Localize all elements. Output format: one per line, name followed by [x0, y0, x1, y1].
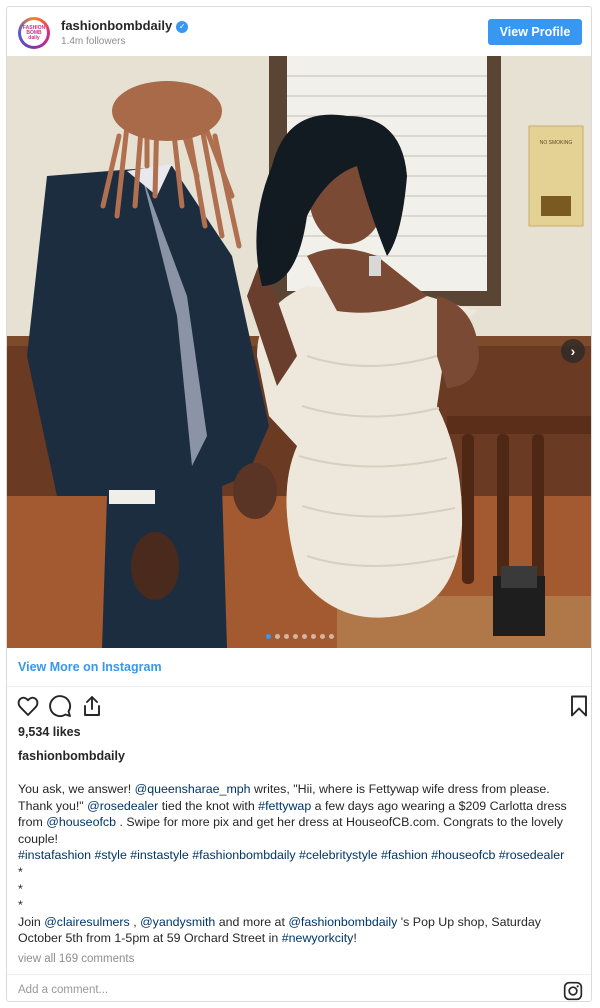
carousel-dot	[329, 634, 334, 639]
view-more-bar: View More on Instagram	[7, 648, 591, 687]
caption-text: tied the knot with	[158, 798, 259, 813]
comment-bar	[7, 974, 591, 1001]
hashtag-list[interactable]: #instafashion #style #instastyle #fashio…	[18, 848, 564, 862]
view-all-comments-link[interactable]: view all 169 comments	[18, 953, 134, 965]
hashtag-link[interactable]: #fettywap	[258, 799, 311, 813]
follower-count: 1.4m followers	[61, 36, 126, 47]
post-header: FASHION BOMB daily fashionbombdaily ✓ 1.4…	[7, 7, 591, 57]
next-slide-button[interactable]: ›	[561, 339, 585, 363]
carousel-dot	[275, 634, 280, 639]
post-caption: You ask, we answer! @queensharae_mph wri…	[18, 781, 584, 947]
bookmark-icon[interactable]	[567, 694, 591, 718]
view-more-link[interactable]: View More on Instagram	[18, 660, 162, 674]
caption-text: !	[353, 931, 357, 946]
carousel-dot	[302, 634, 307, 639]
username-row[interactable]: fashionbombdaily ✓	[61, 18, 189, 33]
verified-badge-icon: ✓	[176, 21, 189, 33]
action-bar	[7, 687, 591, 723]
wall-sign-text: NO SMOKING	[540, 140, 573, 146]
carousel-indicator	[7, 634, 591, 639]
carousel-dot	[320, 634, 325, 639]
caption-text: ,	[129, 914, 141, 929]
carousel-dot	[266, 634, 271, 639]
avatar-logo-text: FASHION BOMB daily	[21, 20, 47, 46]
heart-icon[interactable]	[16, 694, 40, 718]
add-comment-input[interactable]	[18, 984, 518, 996]
mention-link[interactable]: @clairesulmers	[44, 915, 130, 929]
caption-text: You ask, we answer!	[18, 782, 135, 796]
caption-text: Join	[18, 914, 45, 929]
hashtag-link[interactable]: #newyorkcity	[282, 931, 354, 945]
mention-link[interactable]: @queensharae_mph	[135, 782, 251, 796]
wedding-photo-image: NO SMOKING	[7, 56, 591, 648]
carousel-dot	[284, 634, 289, 639]
username[interactable]: fashionbombdaily	[61, 18, 172, 33]
instagram-embed-card: FASHION BOMB daily fashionbombdaily ✓ 1.4…	[6, 6, 592, 1002]
mention-link[interactable]: @fashionbombdaily	[288, 915, 397, 929]
like-count[interactable]: 9,534 likes	[18, 725, 81, 739]
avatar[interactable]: FASHION BOMB daily	[18, 17, 50, 49]
caption-text: and more at	[215, 914, 289, 929]
chevron-right-icon: ›	[570, 343, 576, 359]
comment-icon[interactable]	[48, 694, 72, 718]
mention-link[interactable]: @houseofcb	[46, 815, 116, 829]
instagram-icon[interactable]	[563, 981, 583, 1001]
carousel-dot	[311, 634, 316, 639]
carousel-dot	[293, 634, 298, 639]
view-profile-button[interactable]: View Profile	[488, 19, 582, 45]
caption-separator: * * *	[18, 864, 23, 913]
mention-link[interactable]: @yandysmith	[140, 915, 215, 929]
share-icon[interactable]	[80, 694, 104, 718]
post-photo[interactable]: NO SMOKING ›	[7, 56, 591, 648]
caption-author[interactable]: fashionbombdaily	[18, 749, 125, 763]
mention-link[interactable]: @rosedealer	[87, 799, 158, 813]
